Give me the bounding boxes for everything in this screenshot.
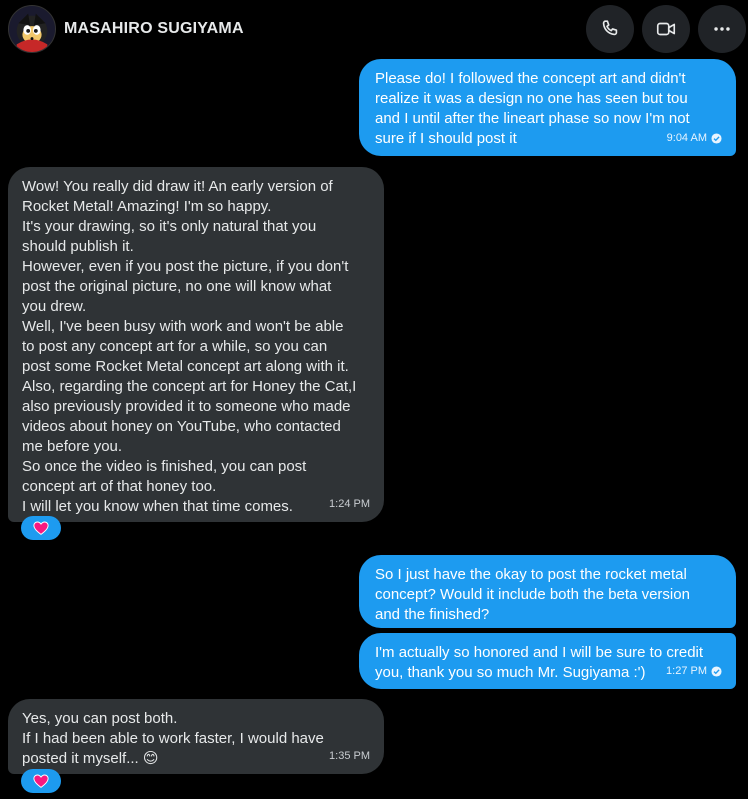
message-bubble-outgoing[interactable]: Please do! I followed the concept art an…: [359, 59, 736, 156]
message-meta: 9:04 AM: [667, 128, 722, 148]
call-button[interactable]: [586, 5, 634, 53]
reaction-badge[interactable]: [21, 516, 61, 540]
video-camera-icon: [656, 22, 676, 36]
more-options-button[interactable]: [698, 5, 746, 53]
message-time: 1:24 PM: [329, 498, 370, 510]
avatar-image: [9, 6, 55, 52]
message-meta: 1:27 PM: [666, 661, 722, 681]
message-meta: 1:24 PM: [329, 494, 370, 514]
read-receipt-icon: [711, 665, 722, 677]
message-text: Wow! You really did draw it! An early ve…: [22, 178, 357, 515]
conversation-header: MASAHIRO SUGIYAMA: [0, 0, 748, 58]
message-time: 9:04 AM: [666, 132, 707, 144]
message-time: 1:27 PM: [666, 665, 707, 677]
message-time: 1:35 PM: [329, 750, 370, 762]
more-horizontal-icon: [714, 27, 730, 31]
message-meta: 1:35 PM: [329, 746, 370, 766]
message-text: So I just have the okay to post the rock…: [375, 566, 690, 623]
video-call-button[interactable]: [642, 5, 690, 53]
heart-icon: [33, 521, 49, 535]
phone-icon: [602, 20, 618, 36]
heart-icon: [33, 774, 49, 788]
read-receipt-icon: [711, 132, 722, 144]
reaction-badge[interactable]: [21, 769, 61, 793]
contact-name[interactable]: MASAHIRO SUGIYAMA: [64, 20, 244, 38]
message-bubble-outgoing[interactable]: I'm actually so honored and I will be su…: [359, 633, 736, 689]
message-bubble-outgoing[interactable]: So I just have the okay to post the rock…: [359, 555, 736, 628]
message-bubble-incoming[interactable]: Yes, you can post both. If I had been ab…: [8, 699, 384, 774]
avatar[interactable]: [8, 5, 56, 53]
message-bubble-incoming[interactable]: Wow! You really did draw it! An early ve…: [8, 167, 384, 522]
message-text: Yes, you can post both. If I had been ab…: [22, 710, 324, 767]
dm-conversation: MASAHIRO SUGIYAMA Please do! I followed …: [0, 0, 748, 799]
